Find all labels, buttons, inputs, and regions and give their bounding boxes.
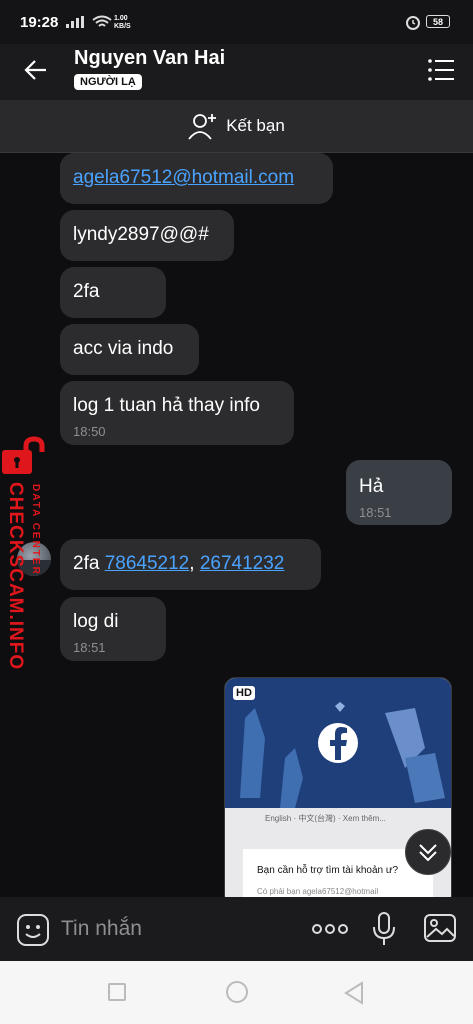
chat-area[interactable]: agela67512@hotmail.com lyndy2897@@# 2fa … [0, 153, 473, 897]
battery-icon: 58 [426, 15, 450, 28]
double-chevron-down-icon [419, 844, 437, 862]
stranger-badge: NGƯỜI LẠ [74, 74, 142, 90]
watermark: DATA CENTER CHECKSCAM.INFO [0, 436, 56, 670]
status-time: 19:28 [20, 14, 59, 31]
message-time: 18:51 [359, 505, 392, 520]
message-input[interactable]: Tin nhắn [61, 917, 142, 941]
home-button[interactable] [226, 981, 248, 1003]
message-bubble[interactable]: acc via indo [60, 324, 199, 375]
image-banner: HD [225, 678, 451, 808]
message-time: 18:51 [73, 640, 106, 655]
dialog-subtitle: Có phải bạn agela67512@hotmail [257, 887, 379, 896]
message-bubble[interactable]: log 1 tuan hả thay info 18:50 [60, 381, 294, 445]
signal-icon [66, 16, 84, 28]
system-navigation-bar [0, 961, 473, 1024]
sent-message-bubble[interactable]: Hả 18:51 [346, 460, 452, 525]
nav-back-icon[interactable] [343, 981, 365, 1005]
message-text: log di [73, 611, 119, 632]
language-line: English · 中文(台灣) · Xem thêm... [265, 814, 386, 823]
microphone-icon[interactable] [370, 911, 398, 947]
code-link-2[interactable]: 26741232 [200, 553, 285, 574]
chat-header: Nguyen Van Hai NGƯỜI LẠ [0, 44, 473, 100]
facebook-logo-icon [240, 702, 445, 808]
message-time: 18:50 [73, 424, 106, 439]
watermark-line-1: DATA CENTER [30, 484, 41, 576]
message-bubble[interactable]: 2fa 78645212, 26741232 [60, 539, 321, 590]
list-menu-icon[interactable] [427, 57, 455, 83]
message-bubble[interactable]: lyndy2897@@# [60, 210, 234, 261]
message-bubble[interactable]: log di 18:51 [60, 597, 166, 661]
back-arrow-icon[interactable] [22, 56, 50, 84]
scroll-to-bottom-button[interactable] [405, 829, 451, 875]
alarm-icon [406, 16, 420, 30]
watermark-line-2: CHECKSCAM.INFO [5, 482, 26, 671]
add-friend-icon [188, 114, 217, 140]
email-link[interactable]: agela67512@hotmail.com [73, 167, 294, 189]
add-friend-button[interactable]: Kết bạn [0, 100, 473, 153]
recent-apps-button[interactable] [108, 983, 126, 1001]
message-text: log 1 tuan hả thay info [73, 395, 260, 416]
more-options-icon[interactable] [311, 919, 349, 939]
lock-icon [2, 436, 45, 474]
image-gallery-icon[interactable] [423, 913, 457, 943]
message-composer: Tin nhắn [0, 897, 473, 961]
wifi-icon [92, 15, 112, 27]
message-text: 2fa [73, 281, 100, 302]
message-text: Hả [359, 476, 384, 497]
status-bar: 19:28 1.00 KB/S 58 [0, 0, 473, 44]
code-link-1[interactable]: 78645212 [105, 553, 190, 574]
dialog-title: Bạn cần hỗ trợ tìm tài khoản ư? [257, 865, 399, 876]
message-bubble[interactable]: 2fa [60, 267, 166, 318]
message-text: 2fa 78645212, 26741232 [73, 553, 285, 574]
message-text: acc via indo [73, 338, 174, 359]
message-text: lyndy2897@@# [73, 224, 209, 245]
contact-name[interactable]: Nguyen Van Hai [74, 47, 225, 70]
sticker-icon[interactable] [16, 913, 50, 947]
network-speed: 1.00 KB/S [114, 15, 131, 30]
message-bubble[interactable]: agela67512@hotmail.com [60, 153, 333, 204]
add-friend-label: Kết bạn [226, 116, 285, 135]
